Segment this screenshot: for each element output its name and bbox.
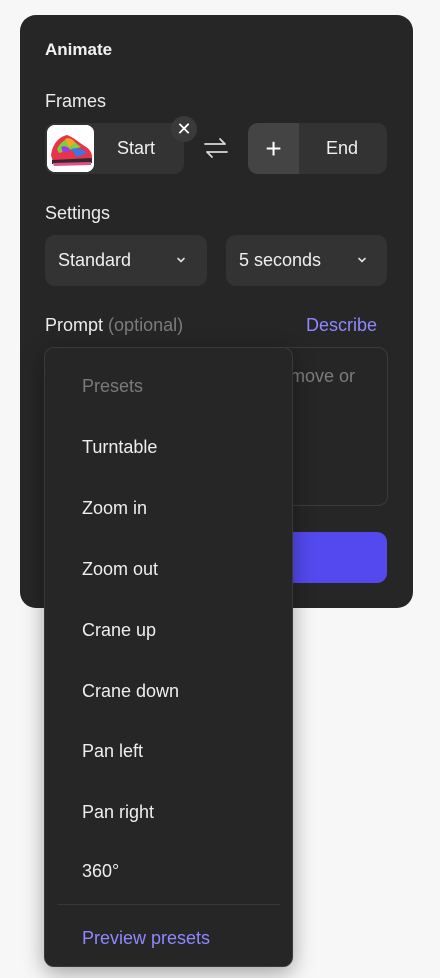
add-end-frame-button[interactable]: + <box>248 123 299 174</box>
presets-dropdown: Presets Turntable Zoom in Zoom out Crane… <box>44 347 293 967</box>
prompt-label: Prompt (optional) <box>45 315 183 336</box>
prompt-label-text: Prompt <box>45 315 104 335</box>
prompt-optional-text: (optional) <box>108 315 184 335</box>
prompt-placeholder: move or <box>290 366 356 386</box>
preset-item-360[interactable]: 360° <box>82 861 119 882</box>
preview-presets-link[interactable]: Preview presets <box>82 928 210 949</box>
start-frame[interactable]: Start <box>45 123 184 174</box>
quality-select[interactable]: Standard <box>45 235 207 286</box>
start-frame-thumbnail <box>47 125 94 172</box>
panel-title: Animate <box>45 40 113 59</box>
preset-item-crane-down[interactable]: Crane down <box>82 681 179 702</box>
preset-item-pan-left[interactable]: Pan left <box>82 741 143 762</box>
preset-item-turntable[interactable]: Turntable <box>82 437 157 458</box>
preset-item-zoom-in[interactable]: Zoom in <box>82 498 147 519</box>
chevron-down-icon <box>358 257 366 263</box>
presets-header: Presets <box>82 376 144 396</box>
remove-start-frame-button[interactable]: ✕ <box>171 116 197 142</box>
preset-item-pan-right[interactable]: Pan right <box>82 802 154 823</box>
start-frame-label: Start <box>117 138 156 158</box>
preset-item-zoom-out[interactable]: Zoom out <box>82 559 158 580</box>
end-frame[interactable]: + End <box>248 123 387 174</box>
duration-select-value: 5 seconds <box>239 250 322 270</box>
swap-frames-icon[interactable] <box>203 135 229 161</box>
duration-select[interactable]: 5 seconds <box>226 235 387 286</box>
end-frame-label: End <box>326 138 359 158</box>
settings-label: Settings <box>45 203 111 223</box>
dropdown-divider <box>57 904 280 905</box>
frames-label: Frames <box>45 91 107 111</box>
sneaker-image <box>47 125 94 172</box>
preset-item-crane-up[interactable]: Crane up <box>82 620 156 641</box>
plus-icon: + <box>265 133 282 164</box>
describe-link[interactable]: Describe <box>306 315 377 336</box>
close-icon: ✕ <box>176 119 192 139</box>
quality-select-value: Standard <box>58 250 132 270</box>
chevron-down-icon <box>177 257 185 263</box>
